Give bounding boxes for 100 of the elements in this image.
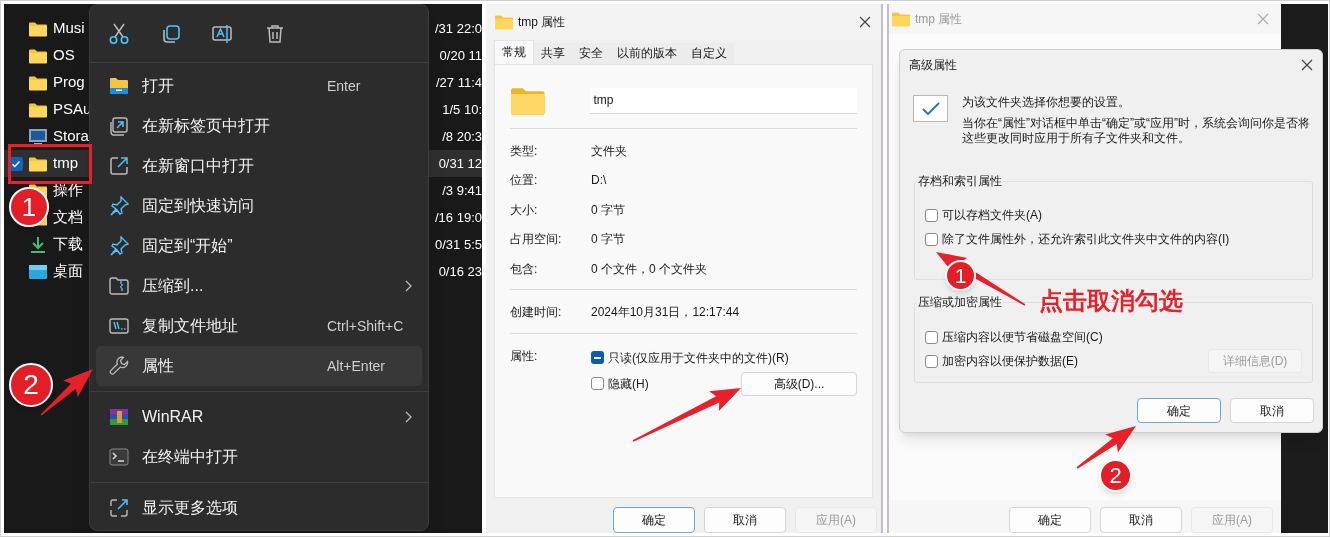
file-name[interactable]: 操作: [53, 179, 83, 202]
close-icon: [1301, 59, 1313, 71]
menu-item[interactable]: 显示更多选项: [96, 488, 422, 528]
field-label: 位置:: [510, 172, 539, 190]
pin-icon: [109, 236, 129, 256]
new-tab-icon: [109, 116, 129, 136]
checkbox-label: 加密内容以便保护数据(E): [942, 353, 1078, 370]
external-window-icon: [109, 156, 129, 176]
date-text: 0/16 23: [438, 262, 482, 281]
callout-text: 点击取消勾选: [1039, 286, 1183, 316]
menu-item[interactable]: 在终端中打开: [96, 437, 422, 477]
checkbox[interactable]: [925, 354, 938, 368]
checkbox-label: 可以存档文件夹(A): [942, 207, 1042, 224]
terminal-icon: [109, 448, 129, 466]
annotation-arrow: [40, 369, 93, 416]
field-value: 0 字节: [591, 201, 625, 219]
menu-item[interactable]: 压缩到...: [96, 266, 422, 306]
file-name[interactable]: Prog: [53, 71, 85, 94]
tab[interactable]: 自定义: [684, 42, 734, 64]
trash-button[interactable]: [264, 22, 286, 45]
checkbox[interactable]: [925, 330, 938, 344]
copy-button[interactable]: [160, 22, 182, 45]
dialog-button[interactable]: 确定: [1137, 398, 1221, 423]
dialog-button[interactable]: 确定: [1009, 507, 1091, 533]
path-icon: [109, 317, 129, 335]
tab[interactable]: 共享: [534, 42, 572, 64]
menu-item[interactable]: 打开 Enter: [96, 66, 422, 106]
file-name[interactable]: tmp: [53, 152, 78, 175]
shortcut-text: Alt+Enter: [327, 356, 385, 376]
checkbox[interactable]: [591, 377, 604, 391]
date-text: 1/5 10:: [442, 100, 482, 119]
file-name[interactable]: Stora: [53, 125, 89, 148]
dialog-button[interactable]: 确定: [613, 507, 695, 533]
checkbox-label: 隐藏(H): [608, 375, 649, 393]
annotation-arrow: [1076, 426, 1136, 469]
checkbox[interactable]: [591, 351, 604, 365]
rename-button[interactable]: [212, 22, 234, 45]
group-label: 存档和索引属性: [917, 174, 1003, 188]
date-text: /8 20:3: [442, 127, 482, 146]
dialog-button[interactable]: 取消: [1100, 507, 1182, 533]
monitor-icon: [28, 127, 48, 146]
group-label: 压缩或加密属性: [917, 295, 1003, 309]
file-name[interactable]: 桌面: [53, 260, 83, 283]
books-icon: [109, 408, 129, 426]
date-text: /27 11:4: [435, 73, 482, 92]
window-title: 高级属性: [909, 57, 957, 74]
date-text: /31 22:0: [435, 19, 482, 38]
field-label: 大小:: [510, 201, 539, 219]
dialog-button[interactable]: 取消: [1230, 398, 1314, 423]
menu-item[interactable]: 在新标签页中打开: [96, 106, 422, 146]
field-value: 0 字节: [591, 231, 625, 249]
tab[interactable]: 以前的版本: [610, 42, 684, 64]
description-text: 当你在“属性”对话框中单击“确定”或“应用”时，系统会询问你是否将这些更改同时应用于所有子文件夹和文件。: [962, 116, 1311, 146]
file-name[interactable]: Musi: [53, 17, 85, 40]
menu-item[interactable]: WinRAR: [96, 397, 422, 437]
date-text: /16 19:0: [435, 208, 482, 227]
shortcut-text: Enter: [327, 76, 361, 96]
expand-icon: [109, 498, 129, 518]
desktop-icon: [28, 263, 48, 280]
file-name[interactable]: 下载: [53, 233, 83, 256]
menu-item[interactable]: 属性 Alt+Enter: [96, 346, 422, 386]
checkbox-label: 只读(仅应用于文件夹中的文件)(R): [608, 349, 789, 367]
field-label: 包含:: [510, 260, 539, 278]
window-title: tmp 属性: [915, 11, 963, 28]
field-value: D:\: [591, 172, 607, 190]
checkbox[interactable]: [925, 232, 938, 246]
wrench-icon: [109, 356, 129, 376]
dialog-button[interactable]: 取消: [704, 507, 786, 533]
menu-item[interactable]: 固定到“开始”: [96, 226, 422, 266]
settings-icon: [913, 95, 948, 122]
close-icon: [1257, 13, 1269, 25]
date-text: 0/31 12: [438, 154, 482, 173]
field-label: 创建时间:: [510, 304, 563, 322]
file-name[interactable]: OS: [53, 44, 75, 67]
chevron-icon: [404, 280, 412, 292]
field-label: 类型:: [510, 142, 539, 160]
menu-item[interactable]: 在新窗口中打开: [96, 146, 422, 186]
checkbox-label: 除了文件属性外，还允许索引此文件夹中文件的内容(I): [942, 231, 1230, 248]
checkbox[interactable]: [925, 208, 938, 222]
checkbox-label: 压缩内容以便节省磁盘空间(C): [942, 329, 1103, 346]
tab[interactable]: 安全: [572, 42, 610, 64]
dialog-button[interactable]: 高级(D)...: [741, 371, 857, 396]
pin-icon: [109, 196, 129, 216]
menu-item[interactable]: 固定到快速访问: [96, 186, 422, 226]
download-icon: [28, 235, 48, 254]
tab[interactable]: 常规: [494, 39, 534, 64]
close-icon: [859, 15, 871, 28]
date-text: /3 9:41: [442, 181, 482, 200]
shortcut-text: Ctrl+Shift+C: [327, 316, 404, 336]
field-value: 0 个文件，0 个文件夹: [591, 260, 707, 278]
cut-button[interactable]: [108, 22, 130, 45]
field-label: 属性:: [510, 347, 539, 365]
file-name[interactable]: 文档: [53, 206, 83, 229]
name-field[interactable]: tmp: [589, 87, 857, 114]
chevron-icon: [404, 411, 412, 423]
date-text: 0/20 11: [439, 46, 482, 65]
zip-folder-icon: [109, 277, 129, 295]
date-text: 0/31 5:5: [435, 235, 482, 254]
field-value: 2024年10月31日，12:17:44: [591, 304, 740, 322]
menu-item[interactable]: 复制文件地址 Ctrl+Shift+C: [96, 306, 422, 346]
